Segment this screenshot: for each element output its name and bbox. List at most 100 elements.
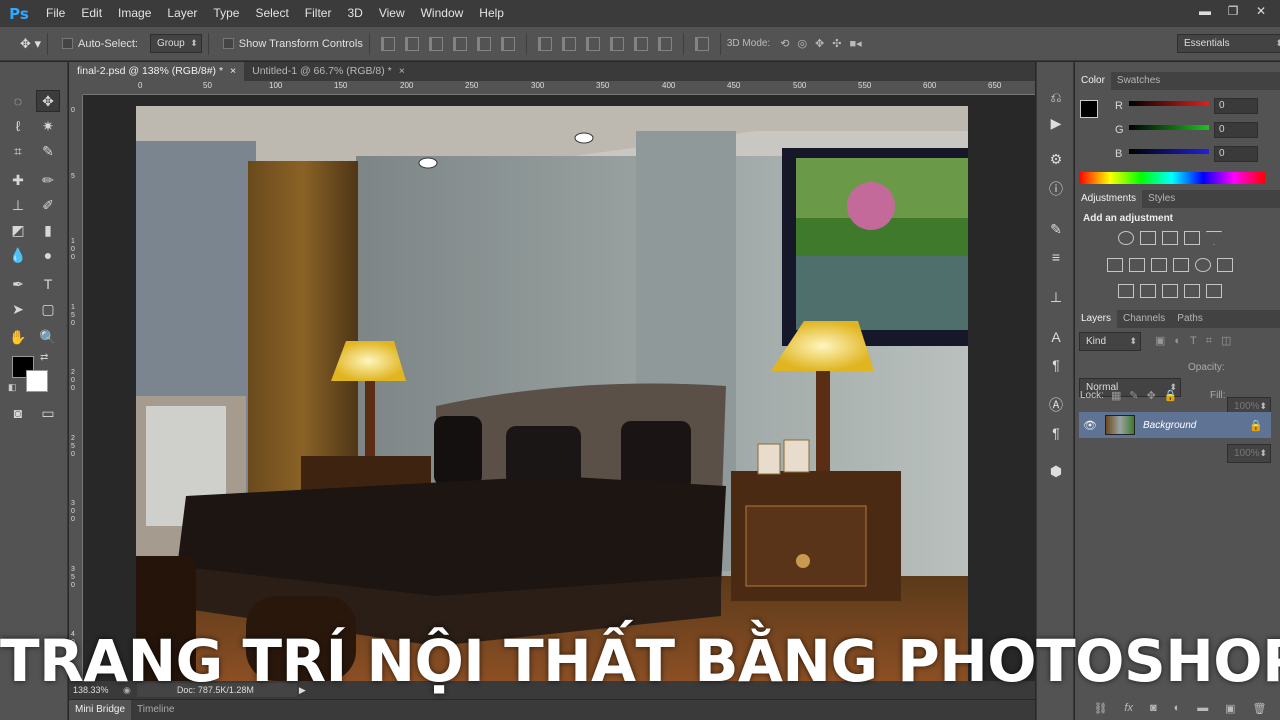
channel-r-slider[interactable] bbox=[1129, 101, 1209, 106]
blur-tool-icon[interactable]: 💧 bbox=[6, 244, 30, 266]
swap-colors-icon[interactable]: ⇄ bbox=[40, 352, 48, 363]
background-color-swatch[interactable] bbox=[26, 370, 48, 392]
eraser-tool-icon[interactable]: ◩ bbox=[6, 219, 30, 241]
paragraph-styles-icon[interactable]: ¶ bbox=[1047, 424, 1065, 442]
tab-swatches[interactable]: Swatches bbox=[1111, 72, 1166, 90]
exposure-icon[interactable] bbox=[1184, 231, 1200, 245]
clone-source-icon[interactable]: ⊥ bbox=[1047, 288, 1065, 306]
new-adjustment-icon[interactable]: ◐ bbox=[1174, 702, 1181, 715]
channel-mixer-icon[interactable] bbox=[1195, 258, 1211, 272]
distribute-hcenter-icon[interactable] bbox=[633, 36, 648, 51]
close-tab-icon[interactable]: × bbox=[399, 65, 405, 77]
menu-filter[interactable]: Filter bbox=[297, 0, 340, 27]
info-panel-icon[interactable]: ⓘ bbox=[1047, 180, 1065, 198]
align-left-icon[interactable] bbox=[452, 36, 467, 51]
menu-3d[interactable]: 3D bbox=[339, 0, 370, 27]
gradient-tool-icon[interactable]: ▮ bbox=[36, 219, 60, 241]
actions-panel-icon[interactable]: ▶ bbox=[1047, 114, 1065, 132]
new-group-icon[interactable]: ▬ bbox=[1197, 702, 1208, 715]
tab-adjustments[interactable]: Adjustments bbox=[1075, 190, 1143, 208]
quick-mask-icon[interactable]: ◙ bbox=[6, 402, 30, 424]
threshold-icon[interactable] bbox=[1162, 284, 1178, 298]
auto-select-dropdown[interactable]: Group bbox=[149, 34, 202, 53]
hand-tool-icon[interactable]: ✋ bbox=[6, 326, 30, 348]
close-button[interactable]: ✕ bbox=[1248, 2, 1274, 20]
minimize-button[interactable]: ▬ bbox=[1192, 2, 1218, 20]
layer-filter-icons[interactable]: ▣◐T⌗◫ bbox=[1155, 334, 1240, 348]
tab-final-2[interactable]: final-2.psd @ 138% (RGB/8#) * × bbox=[69, 62, 245, 81]
3d-drag-icon[interactable]: ✥ bbox=[815, 37, 824, 50]
character-panel-icon[interactable]: A bbox=[1047, 328, 1065, 346]
layer-name[interactable]: Background bbox=[1143, 420, 1249, 431]
tab-timeline[interactable]: Timeline bbox=[131, 700, 180, 720]
channel-b-input[interactable]: 0 bbox=[1214, 146, 1258, 162]
align-bottom-icon[interactable] bbox=[428, 36, 443, 51]
menu-select[interactable]: Select bbox=[247, 0, 296, 27]
align-right-icon[interactable] bbox=[500, 36, 515, 51]
3d-scale-icon[interactable]: ■◂ bbox=[849, 37, 861, 50]
move-tool-preset-icon[interactable]: ✥ ▾ bbox=[20, 36, 41, 52]
3d-slide-icon[interactable]: ✣ bbox=[832, 37, 841, 50]
lock-icons[interactable]: ▦✎✥🔒 bbox=[1111, 389, 1186, 402]
tab-untitled-1[interactable]: Untitled-1 @ 66.7% (RGB/8) * × bbox=[244, 62, 413, 81]
restore-button[interactable]: ❐ bbox=[1220, 2, 1246, 20]
lasso-tool-icon[interactable]: ℓ bbox=[6, 115, 30, 137]
menu-help[interactable]: Help bbox=[471, 0, 512, 27]
align-vcenter-icon[interactable] bbox=[404, 36, 419, 51]
tab-layers[interactable]: Layers bbox=[1075, 310, 1118, 328]
distribute-left-icon[interactable] bbox=[609, 36, 624, 51]
color-spectrum-ramp[interactable] bbox=[1079, 172, 1265, 184]
eye-icon[interactable]: 👁 bbox=[1079, 419, 1101, 432]
menu-window[interactable]: Window bbox=[413, 0, 472, 27]
photo-filter-icon[interactable] bbox=[1173, 258, 1189, 272]
align-hcenter-icon[interactable] bbox=[476, 36, 491, 51]
magic-wand-tool-icon[interactable]: ✷ bbox=[36, 115, 60, 137]
layer-filter-dropdown[interactable]: Kind bbox=[1079, 332, 1141, 351]
vibrance-icon[interactable] bbox=[1206, 231, 1222, 245]
paragraph-panel-icon[interactable]: ¶ bbox=[1047, 356, 1065, 374]
dodge-tool-icon[interactable]: ● bbox=[36, 244, 60, 266]
brush-panel-icon[interactable]: ✎ bbox=[1047, 220, 1065, 238]
3d-panel-icon[interactable]: ⬢ bbox=[1047, 462, 1065, 480]
link-layers-icon[interactable]: ⛓ bbox=[1093, 702, 1107, 715]
menu-image[interactable]: Image bbox=[110, 0, 159, 27]
crop-tool-icon[interactable]: ⌗ bbox=[6, 140, 30, 162]
gradient-map-icon[interactable] bbox=[1206, 284, 1222, 298]
channel-b-slider[interactable] bbox=[1129, 149, 1209, 154]
tab-paths[interactable]: Paths bbox=[1171, 310, 1209, 328]
vertical-ruler[interactable]: 0 5 1 0 0 1 5 0 2 0 0 2 5 0 3 0 0 3 5 0 … bbox=[69, 95, 83, 681]
pen-tool-icon[interactable]: ✒ bbox=[6, 273, 30, 295]
clone-stamp-tool-icon[interactable]: ⊥ bbox=[6, 194, 30, 216]
brightness-contrast-icon[interactable] bbox=[1118, 231, 1134, 245]
invert-icon[interactable] bbox=[1118, 284, 1134, 298]
menu-type[interactable]: Type bbox=[205, 0, 247, 27]
channel-g-input[interactable]: 0 bbox=[1214, 122, 1258, 138]
history-brush-tool-icon[interactable]: ✐ bbox=[36, 194, 60, 216]
curves-icon[interactable] bbox=[1162, 231, 1178, 245]
tab-color[interactable]: Color bbox=[1075, 72, 1111, 90]
brush-tool-icon[interactable]: ✏ bbox=[36, 169, 60, 191]
fg-color-chip[interactable] bbox=[1080, 100, 1098, 118]
menu-view[interactable]: View bbox=[371, 0, 413, 27]
levels-icon[interactable] bbox=[1140, 231, 1156, 245]
history-panel-icon[interactable]: ⎌ bbox=[1047, 88, 1065, 106]
tab-mini-bridge[interactable]: Mini Bridge bbox=[69, 700, 132, 720]
hue-saturation-icon[interactable] bbox=[1107, 258, 1123, 272]
properties-panel-icon[interactable]: ⚙ bbox=[1047, 150, 1065, 168]
move-tool-icon[interactable]: ✥ bbox=[36, 90, 60, 112]
new-layer-icon[interactable]: ▣ bbox=[1225, 702, 1235, 715]
fill-input[interactable]: 100% bbox=[1227, 444, 1271, 463]
color-lookup-icon[interactable] bbox=[1217, 258, 1233, 272]
default-colors-icon[interactable]: ◧ bbox=[8, 382, 17, 393]
black-white-icon[interactable] bbox=[1151, 258, 1167, 272]
brush-presets-icon[interactable]: ≡ bbox=[1047, 248, 1065, 266]
horizontal-ruler[interactable]: 0 50 100 150 200 250 300 350 400 450 500… bbox=[83, 81, 1035, 95]
channel-r-input[interactable]: 0 bbox=[1214, 98, 1258, 114]
menu-layer[interactable]: Layer bbox=[159, 0, 205, 27]
distribute-vcenter-icon[interactable] bbox=[561, 36, 576, 51]
tab-channels[interactable]: Channels bbox=[1117, 310, 1171, 328]
character-styles-icon[interactable]: Ⓐ bbox=[1047, 396, 1065, 414]
delete-layer-icon[interactable]: 🗑 bbox=[1253, 702, 1267, 715]
distribute-top-icon[interactable] bbox=[537, 36, 552, 51]
marquee-tool-icon[interactable]: ◌ bbox=[6, 90, 30, 112]
